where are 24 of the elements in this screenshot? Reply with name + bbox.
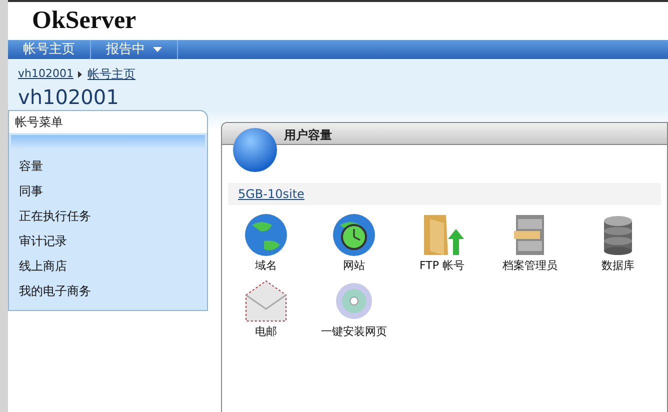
- plan-link[interactable]: 5GB-10site: [238, 185, 304, 203]
- sidebar-item[interactable]: 我的电子商务: [19, 279, 207, 304]
- feature-tile[interactable]: 一键安装网页: [310, 277, 398, 339]
- feature-tile[interactable]: 域名: [222, 211, 310, 273]
- sidebar-item[interactable]: 容量: [19, 154, 207, 179]
- arrow-icon: [78, 70, 82, 78]
- breadcrumb-link[interactable]: 帐号主页: [87, 65, 136, 83]
- sidebar-item[interactable]: 审计记录: [19, 229, 207, 254]
- sidebar-item[interactable]: 正在执行任务: [19, 204, 207, 229]
- sidebar-title: 帐号菜单: [9, 111, 207, 133]
- feature-tile[interactable]: FTP 帐号: [398, 211, 486, 273]
- panel-title: 用户容量: [284, 127, 332, 144]
- page-title: vh102001: [18, 84, 120, 110]
- globe-clock-icon: [330, 211, 378, 259]
- breadcrumb-link[interactable]: vh102001: [18, 66, 74, 82]
- okserver-logo: OkServer: [32, 2, 136, 40]
- feature-tile[interactable]: 电邮: [222, 277, 310, 339]
- sidebar-item[interactable]: 线上商店: [19, 254, 207, 279]
- sphere-icon: [232, 127, 278, 173]
- feature-tile[interactable]: 档案管理员: [486, 211, 574, 273]
- sidebar-item[interactable]: 同事: [19, 179, 207, 204]
- feature-tile[interactable]: 数据库: [574, 211, 662, 273]
- feature-tile[interactable]: 网站: [310, 211, 398, 273]
- globe-icon: [242, 211, 290, 259]
